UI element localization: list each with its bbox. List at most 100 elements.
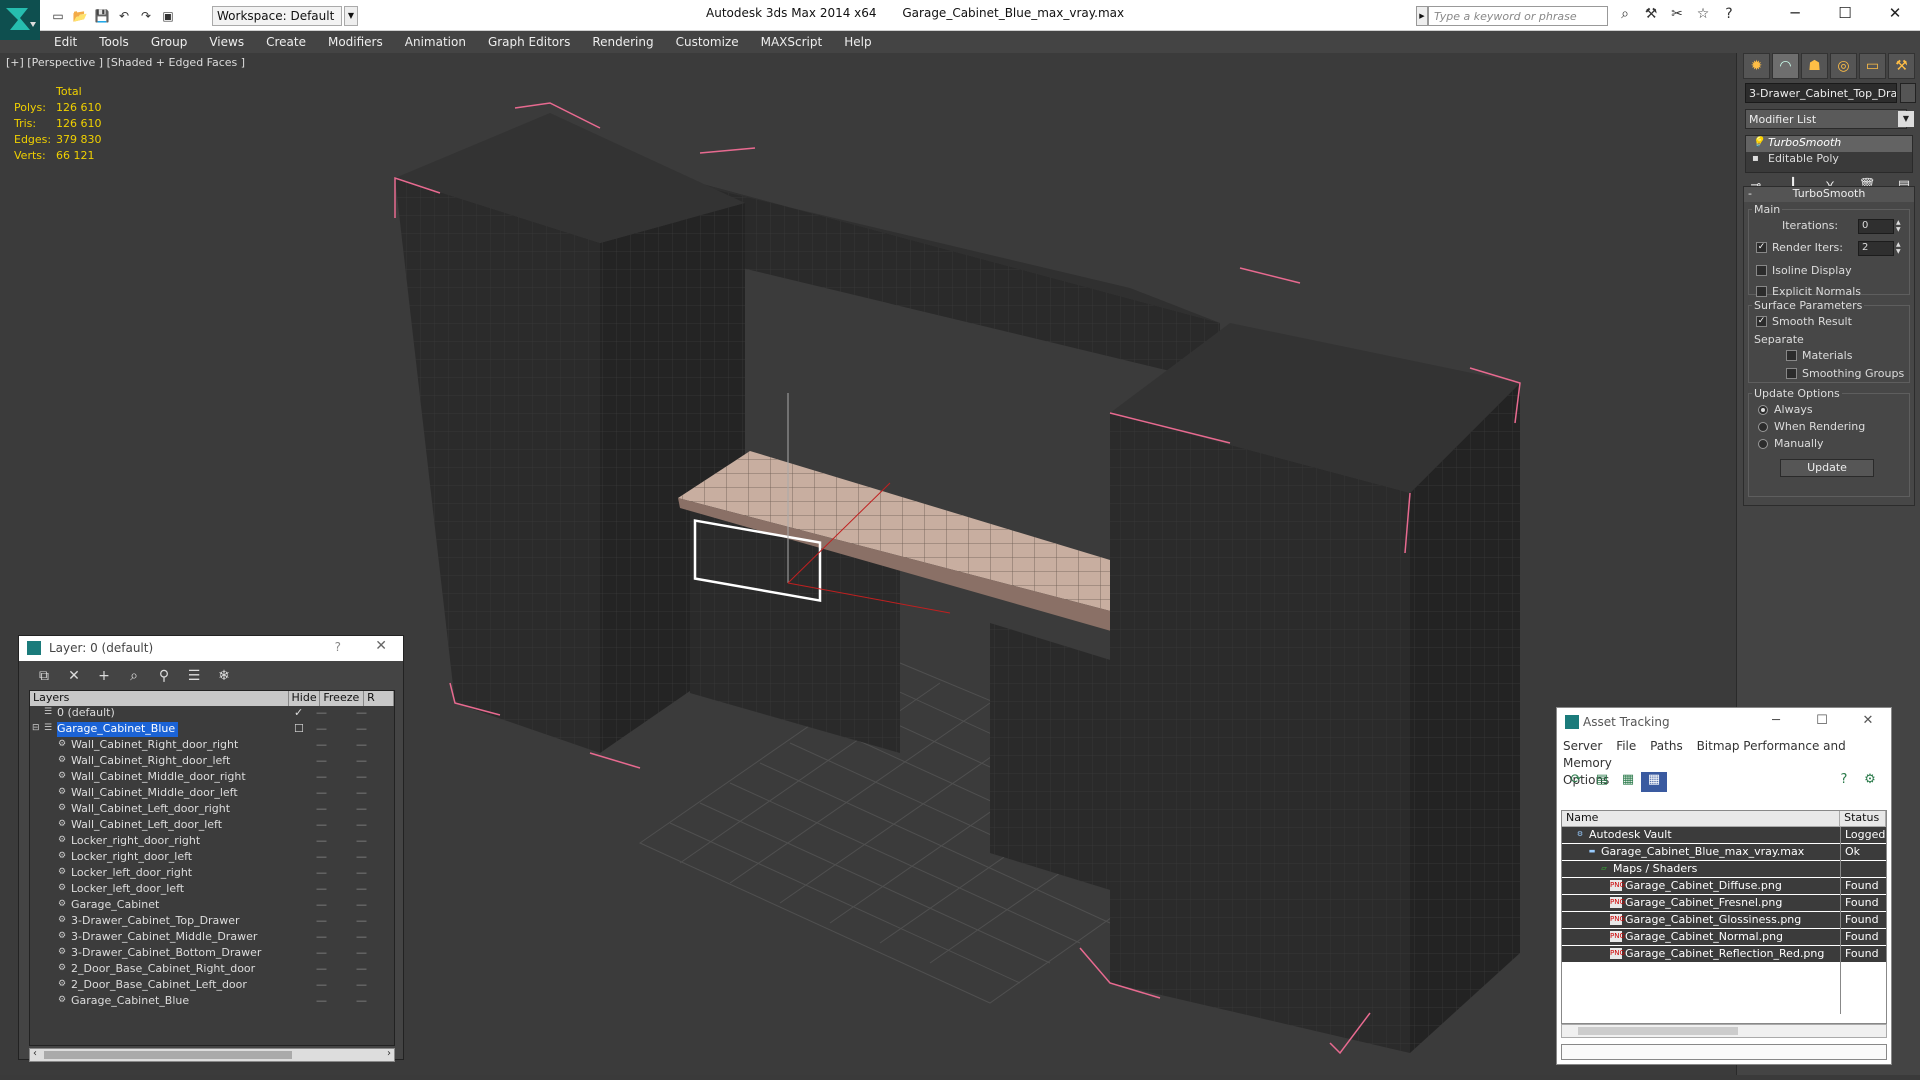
search-input[interactable]: Type a keyword or phrase <box>1428 6 1608 26</box>
layer-row[interactable]: ⚙ Wall_Cabinet_Middle_door_left — — <box>30 786 394 802</box>
column-hide[interactable]: Hide <box>289 691 321 706</box>
scroll-left-icon[interactable]: ‹ <box>33 1048 37 1059</box>
redo-icon[interactable]: ↷ <box>136 7 156 25</box>
hide-toggle[interactable]: — <box>316 706 327 719</box>
layer-row[interactable]: ⚙ Locker_left_door_right — — <box>30 866 394 882</box>
layer-name[interactable]: Locker_right_door_right <box>71 834 203 849</box>
render-iters-spinner[interactable]: 2 <box>1858 241 1894 256</box>
freeze-toggle[interactable]: — <box>356 898 367 911</box>
app-menu-button[interactable] <box>0 0 40 40</box>
help-icon[interactable]: ? <box>335 640 341 654</box>
isoline-display-checkbox[interactable] <box>1756 265 1767 276</box>
layer-row[interactable]: ⚙ 2_Door_Base_Cabinet_Right_door — — <box>30 962 394 978</box>
freeze-toggle[interactable]: — <box>356 850 367 863</box>
table-view-icon[interactable]: ▦ <box>1641 772 1667 792</box>
freeze-toggle[interactable]: — <box>356 946 367 959</box>
list-view-icon[interactable]: ▤ <box>1589 772 1615 792</box>
active-layer-check-icon[interactable]: ✓ <box>294 706 303 719</box>
layer-name[interactable]: 3-Drawer_Cabinet_Top_Drawer <box>71 914 243 929</box>
object-color-swatch[interactable] <box>1900 83 1916 103</box>
freeze-toggle[interactable]: — <box>356 994 367 1007</box>
viewport-label[interactable]: [+] [Perspective ] [Shaded + Edged Faces… <box>6 56 245 69</box>
minimize-icon[interactable]: ─ <box>1770 0 1820 28</box>
layer-name[interactable]: Wall_Cabinet_Right_door_left <box>71 754 233 769</box>
communication-icon[interactable]: ✂ <box>1664 6 1690 26</box>
workspace-dropdown[interactable]: Workspace: Default <box>212 6 342 26</box>
layer-row[interactable]: ⚙ Garage_Cabinet — — <box>30 898 394 914</box>
context-help-icon[interactable]: ⚙ <box>1857 772 1883 792</box>
layer-name[interactable]: 3-Drawer_Cabinet_Middle_Drawer <box>71 930 260 945</box>
layer-name[interactable]: Locker_right_door_left <box>71 850 195 865</box>
asset-row[interactable]: PNG Garage_Cabinet_Diffuse.png Found <box>1562 878 1886 895</box>
delete-layer-icon[interactable]: ✕ <box>59 668 89 688</box>
layer-row[interactable]: ⚙ Locker_right_door_right — — <box>30 834 394 850</box>
hide-toggle[interactable]: — <box>316 754 327 767</box>
help-icon[interactable]: ? <box>1716 6 1742 26</box>
close-icon[interactable]: ✕ <box>1845 708 1891 734</box>
undo-icon[interactable]: ↶ <box>114 7 134 25</box>
explicit-normals-checkbox[interactable] <box>1756 286 1767 297</box>
asset-row[interactable]: PNG Garage_Cabinet_Reflection_Red.png Foun… <box>1562 946 1886 963</box>
maximize-icon[interactable]: ☐ <box>1820 0 1870 28</box>
stack-item-turbosmooth[interactable]: 💡 TurboSmooth <box>1746 136 1912 152</box>
create-layer-icon[interactable]: ⧉ <box>29 668 59 688</box>
asset-row[interactable]: ⚙ Autodesk Vault Logged <box>1562 827 1886 844</box>
layer-row[interactable]: ⚙ Locker_right_door_left — — <box>30 850 394 866</box>
scrollbar-thumb[interactable] <box>44 1051 292 1059</box>
search-expand-icon[interactable]: ▶ <box>1416 6 1428 26</box>
scrollbar-thumb[interactable] <box>1578 1027 1738 1035</box>
expand-icon[interactable]: ⊟ <box>32 723 42 735</box>
asset-menu-bitmap[interactable]: Bitmap Performance and Memory <box>1563 739 1846 770</box>
menu-help[interactable]: Help <box>844 35 871 49</box>
asset-row[interactable]: ▬ Garage_Cabinet_Blue_max_vray.max Ok <box>1562 844 1886 861</box>
freeze-toggle[interactable]: — <box>356 738 367 751</box>
expand-icon[interactable] <box>32 707 42 719</box>
menu-edit[interactable]: Edit <box>54 35 77 49</box>
freeze-toggle[interactable]: — <box>356 770 367 783</box>
column-name[interactable]: Name <box>1562 811 1841 826</box>
hide-toggle[interactable]: — <box>316 786 327 799</box>
layer-row[interactable]: ☰ 0 (default) ✓ — — <box>30 706 394 722</box>
layer-name[interactable]: 0 (default) <box>57 706 118 721</box>
layer-row[interactable]: ⚙ Wall_Cabinet_Middle_door_right — — <box>30 770 394 786</box>
freeze-toggle[interactable]: — <box>356 866 367 879</box>
hide-toggle[interactable]: — <box>316 850 327 863</box>
layer-name[interactable]: 2_Door_Base_Cabinet_Left_door <box>71 978 250 993</box>
close-icon[interactable]: ✕ <box>1870 0 1920 28</box>
always-radio[interactable] <box>1758 405 1768 415</box>
menu-create[interactable]: Create <box>266 35 306 49</box>
when-rendering-radio[interactable] <box>1758 422 1768 432</box>
render-iters-checkbox[interactable]: ✓ <box>1756 242 1767 253</box>
hide-toggle[interactable]: — <box>316 802 327 815</box>
subscription-icon[interactable]: ⚒ <box>1638 6 1664 26</box>
hide-toggle[interactable]: — <box>316 994 327 1007</box>
lightbulb-icon[interactable]: 💡 <box>1752 137 1764 148</box>
expand-icon[interactable]: ▪ <box>1752 153 1759 164</box>
freeze-toggle[interactable]: — <box>356 978 367 991</box>
modifier-list-dropdown[interactable]: Modifier List ▼ <box>1745 109 1914 129</box>
layer-select-box-icon[interactable]: ☐ <box>294 722 304 735</box>
scroll-right-icon[interactable]: › <box>387 1048 391 1059</box>
menu-maxscript[interactable]: MAXScript <box>761 35 823 49</box>
close-icon[interactable]: ✕ <box>375 638 387 654</box>
asset-panel-titlebar[interactable]: Asset Tracking ─ ☐ ✕ <box>1557 708 1891 736</box>
menu-customize[interactable]: Customize <box>676 35 739 49</box>
hide-toggle[interactable]: — <box>316 818 327 831</box>
freeze-toggle[interactable]: — <box>356 882 367 895</box>
hide-toggle[interactable]: — <box>316 770 327 783</box>
asset-menu-file[interactable]: File <box>1616 739 1636 753</box>
menu-graph-editors[interactable]: Graph Editors <box>488 35 570 49</box>
freeze-toggle[interactable]: — <box>356 930 367 943</box>
help-icon[interactable]: ? <box>1831 772 1857 792</box>
menu-rendering[interactable]: Rendering <box>592 35 653 49</box>
spinner-arrows-icon[interactable]: ▲ ▼ <box>1896 241 1904 256</box>
layer-name[interactable]: Locker_left_door_right <box>71 866 195 881</box>
refresh-icon[interactable]: ⟳ <box>1563 772 1589 792</box>
asset-row[interactable]: PNG Garage_Cabinet_Normal.png Found <box>1562 929 1886 946</box>
layer-name[interactable]: Garage_Cabinet <box>71 898 162 913</box>
layer-row[interactable]: ⚙ Wall_Cabinet_Left_door_right — — <box>30 802 394 818</box>
layer-name[interactable]: Locker_left_door_left <box>71 882 187 897</box>
menu-views[interactable]: Views <box>209 35 244 49</box>
layer-row[interactable]: ⚙ 3-Drawer_Cabinet_Middle_Drawer — — <box>30 930 394 946</box>
freeze-toggle[interactable]: — <box>356 722 367 735</box>
